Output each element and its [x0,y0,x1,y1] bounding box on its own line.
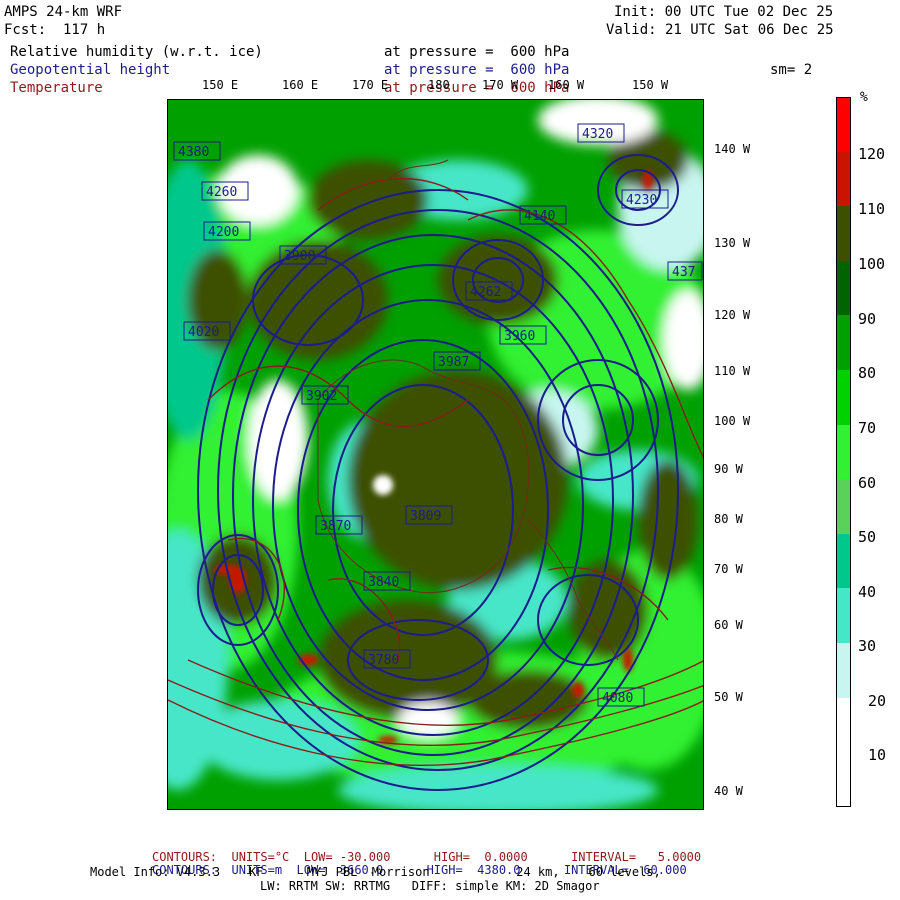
height-label: 4140 [524,209,555,224]
footer-model-info: Model Info: V4.3.3 KF MYJ PBL Morrison 2… [90,865,661,879]
height-label: 4080 [602,691,633,706]
field-name-temp: Temperature [10,80,103,96]
lat-label: 70 W [714,562,743,576]
lat-label: 40 W [714,784,743,798]
colorbar-segment [836,533,851,589]
lon-label: 150 E [202,78,239,92]
lat-label: 140 W [714,142,751,156]
forecast-hour: Fcst: 117 h [4,22,106,38]
height-label: 3900 [284,249,315,264]
colorbar-segment [836,643,851,698]
height-label: 4260 [206,185,237,200]
init-time: Init: 00 UTC Tue 02 Dec 25 [614,4,834,20]
height-label: 3987 [438,355,469,370]
colorbar-tick: 70 [858,419,877,437]
colorbar-tick: 90 [858,310,877,328]
footer-physics: LW: RRTM SW: RRTMG DIFF: simple KM: 2D S… [260,879,600,893]
height-label: 3960 [504,329,535,344]
lat-label: 80 W [714,512,743,526]
colorbar-tick: 50 [858,528,877,546]
colorbar-segment [836,260,851,316]
colorbar-unit: % [860,90,868,105]
colorbar-tick: 80 [858,364,877,382]
lon-label: 180 [428,78,450,92]
map-panel: 4320 4380 4260 4020 4200 4140 3900 3960 … [167,99,704,810]
lat-label: 50 W [714,690,743,704]
height-label: 3870 [320,519,351,534]
colorbar-segment [836,479,851,534]
colorbar-tick: 10 [868,746,887,764]
map-canvas: 4320 4380 4260 4020 4200 4140 3900 3960 … [168,100,703,809]
colorbar-segment [836,424,851,480]
lat-label: 120 W [714,308,751,322]
lon-label: 160 E [282,78,319,92]
colorbar-segment [836,588,851,643]
lon-label: 160 W [548,78,585,92]
field-name-height: Geopotential height [10,62,171,78]
height-label: 3787 [372,655,403,670]
height-label: 3840 [368,575,399,590]
height-label: 4200 [208,225,239,240]
colorbar-segment [836,697,851,753]
colorbar-tick: 40 [858,583,877,601]
colorbar-segment [836,752,851,807]
height-label: 4380 [178,145,209,160]
lat-label: 60 W [714,618,743,632]
smoothing: sm= 2 [770,62,813,78]
colorbar-segment [836,97,851,153]
colorbar-segment [836,315,851,370]
field-level-rh: at pressure = 600 hPa [384,44,570,60]
colorbar-segment [836,151,851,207]
height-label: 437 [672,265,695,280]
lat-label: 130 W [714,236,751,250]
field-level-height: at pressure = 600 hPa [384,62,570,78]
height-label: 3809 [410,509,441,524]
lon-label: 150 W [632,78,669,92]
colorbar-tick: 110 [858,200,886,218]
height-label: 4320 [582,127,613,142]
lat-label: 100 W [714,414,751,428]
colorbar-tick: 60 [858,474,877,492]
height-label: 4230 [626,193,657,208]
model-title: AMPS 24-km WRF [4,4,123,20]
height-label: 4262 [470,285,501,300]
colorbar-tick: 100 [858,255,886,273]
colorbar-tick: 30 [858,637,877,655]
lat-label: 90 W [714,462,743,476]
field-level-temp: at pressure = 600 hPa [384,80,570,96]
lon-label: 170 W [482,78,519,92]
lon-label: 170 E [352,78,389,92]
colorbar-tick: 120 [858,145,886,163]
field-name-rh: Relative humidity (w.r.t. ice) [10,44,263,60]
height-label: 3902 [306,389,337,404]
height-label: 4020 [188,325,219,340]
colorbar-segment [836,206,851,261]
colorbar-segment [836,370,851,425]
colorbar-tick: 20 [868,692,887,710]
valid-time: Valid: 21 UTC Sat 06 Dec 25 [606,22,834,38]
lat-label: 110 W [714,364,751,378]
